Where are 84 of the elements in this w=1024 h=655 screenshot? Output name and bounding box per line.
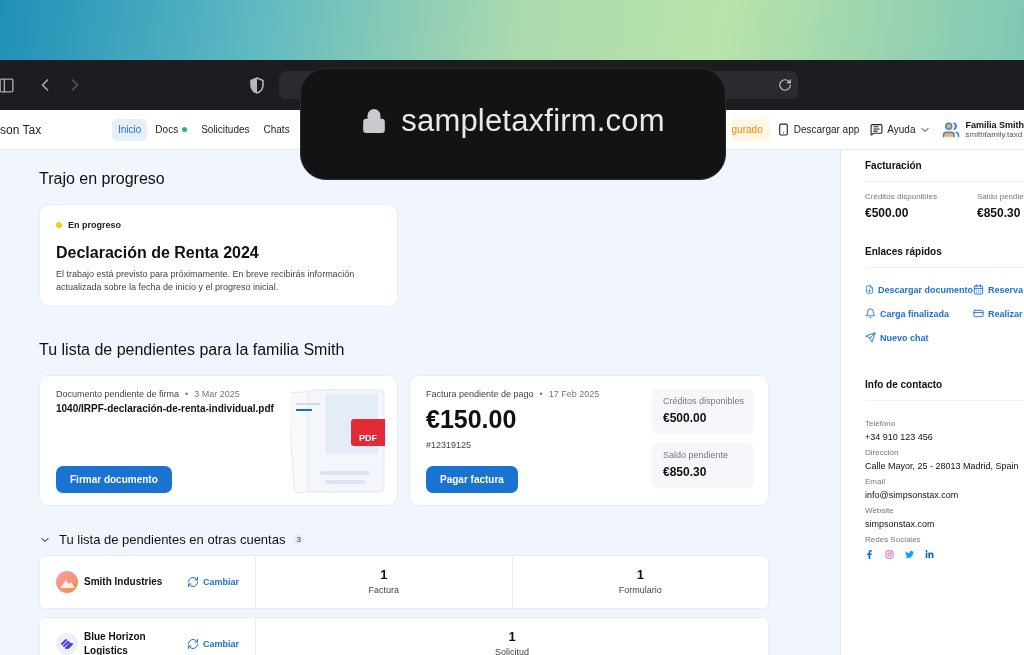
pending-label: Solicitud [495,647,529,655]
facebook-icon[interactable] [865,550,874,559]
pdf-badge: PDF [351,419,385,446]
quick-link[interactable]: Descargar documento [865,284,973,295]
card-icon [973,308,984,319]
document-label: Documento pendiente de firma [56,389,180,399]
stat-label: Créditos disponibles [663,396,743,406]
brand-name: son Tax [0,122,43,137]
panel-title: Facturación [865,160,1024,182]
stat-value: €500.00 [663,411,708,425]
warning-badge: gurado [731,118,770,141]
twitter-icon[interactable] [905,550,914,559]
pending-count: 1 [508,629,516,644]
bell-icon [865,308,876,319]
user-name: Familia Smith [965,120,1024,130]
linkedin-icon[interactable] [925,550,934,559]
nav-tab[interactable]: Inicio [112,118,148,141]
nav-tab[interactable]: Chats [257,118,296,141]
nav-tab[interactable]: Solicitudes [195,118,256,141]
pending-label: Formulario [618,585,662,595]
nav-tab[interactable]: Docs [149,118,194,141]
card-description: El trabajo está previsto para próximamente. En breve recibirás información actualizada sobre la fecha de inicio y el progreso inicial. [56,268,356,294]
shield-icon[interactable] [249,76,265,94]
contact-value: info@simpsonstax.com [865,490,960,500]
stat-label: Saldo pendie [977,192,1024,201]
help-icon [870,123,884,136]
user-avatar-icon[interactable] [942,120,961,139]
stat-value: €850.30 [663,465,708,479]
separator-dot: • [539,389,543,399]
sidebar-icon[interactable] [0,76,15,94]
switch-account-link[interactable]: Cambiar [187,638,239,650]
pending-label: Factura [368,585,399,595]
contact-label: Website [865,506,895,515]
status-dot [56,222,62,228]
account-name: Smith Industries [84,575,163,589]
calendar-icon [973,284,984,295]
user-email: smithfamily.taxd [965,130,1024,139]
status-label: En progreso [68,220,121,230]
section-title: Tu lista de pendientes en otras cuentas [59,532,286,547]
refresh-icon [187,638,199,650]
contact-label: Teléfono [865,419,897,428]
lock-icon [361,108,388,134]
file-download-icon [865,284,874,295]
send-icon [865,332,876,343]
reload-icon[interactable] [778,78,792,92]
invoice-label: Factura pendiente de pago [426,389,534,399]
document-date: 3 Mar 2025 [194,389,240,399]
help-menu-button[interactable]: Ayuda [870,123,932,136]
quick-link[interactable]: Nuevo chat [865,332,973,343]
refresh-icon [187,576,199,588]
pending-count: 1 [380,567,388,582]
section-title: Tu lista de pendientes para la familia Smith [39,341,346,359]
pay-invoice-button[interactable]: Pagar factura [426,466,518,493]
stat-value: €500.00 [865,206,910,220]
panel-title: Enlaces rápidos [865,246,1024,268]
section-title: Trajo en progreso [39,170,166,188]
download-app-button[interactable]: Descargar app [776,123,860,136]
quick-link[interactable]: Carga finalizada [865,308,973,319]
contact-label: Email [865,477,886,486]
stat-label: Créditos disponibles [865,192,939,201]
card-title: Declaración de Renta 2024 [56,244,260,262]
contact-value: Calle Mayor, 25 - 28013 Madrid, Spain [865,461,1020,471]
contact-value: +34 910 123 456 [865,432,934,442]
invoice-number: #12319125 [426,440,473,450]
quick-link[interactable]: Realizar [973,308,1023,319]
instagram-icon[interactable] [885,550,894,559]
quick-link[interactable]: Reserva [973,284,1023,295]
invoice-amount: €150.00 [426,405,518,434]
sign-document-button[interactable]: Firmar documento [56,466,172,493]
url-text: sampletaxfirm.com [401,103,665,139]
switch-account-link[interactable]: Cambiar [187,576,239,588]
phone-icon [776,123,790,136]
contact-label: Redes Sociales [865,535,922,544]
pending-count: 1 [636,567,644,582]
stat-value: €850.30 [977,206,1022,220]
invoice-date: 17 Feb 2025 [548,389,600,399]
company-logo [56,571,78,593]
contact-label: Dirección [865,448,900,457]
count-badge: 3 [293,534,304,545]
contact-value: simpsonstax.com [865,519,936,529]
panel-title: Info de contacto [865,379,1024,401]
stat-label: Saldo pendiente [663,450,730,460]
file-name: 1040/IRPF-declaración-de-renta-individual.pdf [56,403,274,414]
separator-dot: • [185,389,189,399]
